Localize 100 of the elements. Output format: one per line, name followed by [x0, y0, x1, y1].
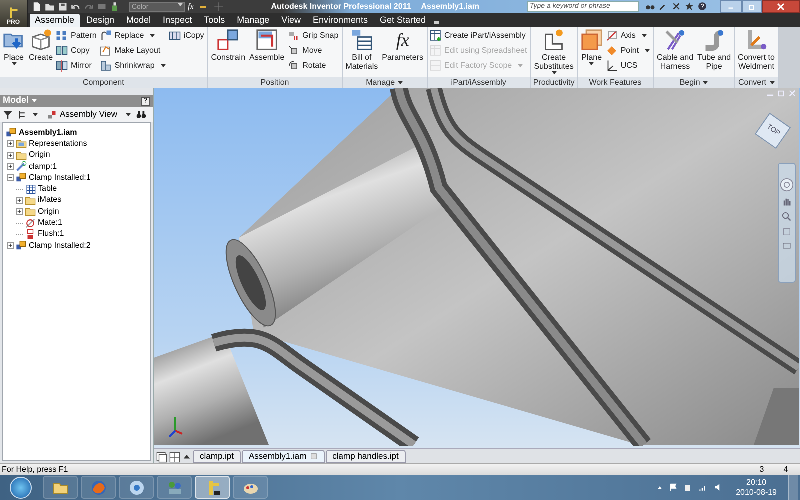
weldment-icon — [746, 29, 768, 51]
shrinkwrap-icon — [100, 60, 112, 72]
tree-item[interactable]: Clamp Installed:1 — [29, 172, 91, 184]
close-button[interactable] — [762, 0, 800, 13]
minimize-button[interactable] — [720, 0, 742, 13]
expand-toggle[interactable] — [7, 152, 14, 159]
caret-icon — [398, 80, 404, 84]
flag-icon — [669, 483, 678, 492]
caret-icon — [703, 80, 708, 84]
filter-icon — [3, 110, 13, 120]
document-tab[interactable]: Assembly1.iam — [242, 450, 325, 463]
mate-icon — [25, 218, 36, 229]
ribbon-button[interactable]: Move — [288, 44, 340, 58]
mirror-icon — [56, 60, 68, 72]
tree-item[interactable]: Table — [38, 183, 58, 196]
update-icon — [110, 2, 120, 12]
ribbon-button[interactable]: Replace — [100, 29, 167, 43]
restore-icon — [748, 2, 756, 10]
tree-item[interactable]: Origin — [29, 149, 50, 162]
ribbon-button[interactable]: Create Substitutes — [533, 27, 575, 77]
collapse-toggle[interactable] — [7, 174, 14, 182]
ribbon-button[interactable]: Grip Snap — [288, 29, 340, 43]
ribbon-button[interactable]: fx Parameters — [381, 27, 424, 77]
expand-toggle[interactable] — [16, 208, 23, 216]
ribbon-tab[interactable]: Model — [122, 14, 156, 27]
grid-windows-icon — [169, 452, 181, 463]
status-field: 4 — [774, 464, 798, 476]
ribbon-tab[interactable]: Assemble — [30, 14, 80, 27]
expand-toggle[interactable] — [7, 163, 14, 170]
ribbon-tab[interactable]: Tools — [199, 14, 230, 27]
axis-triad-icon — [168, 416, 184, 438]
grip-snap-icon — [288, 30, 300, 42]
expand-toggle[interactable] — [7, 242, 14, 250]
panel-title[interactable]: Begin — [654, 77, 734, 88]
cable-icon — [664, 29, 686, 51]
caret-icon — [178, 2, 183, 6]
tree-item[interactable]: Origin — [38, 206, 60, 218]
panel-title[interactable]: Convert — [735, 77, 778, 88]
music-disc-icon — [128, 480, 144, 496]
ribbon-button[interactable]: Tube and Pipe — [696, 27, 732, 77]
plus-icon — [8, 141, 13, 146]
ribbon-button[interactable]: UCS — [606, 59, 652, 73]
ribbon-button[interactable]: Mirror — [56, 59, 98, 73]
document-tab[interactable]: clamp handles.ipt — [326, 450, 406, 463]
panel-title[interactable]: Manage — [342, 77, 426, 88]
table-icon — [25, 184, 36, 195]
panel-title: iPart/iAssembly — [428, 77, 530, 88]
ribbon-button[interactable]: iCopy — [168, 29, 206, 43]
ribbon-button[interactable]: Axis — [606, 29, 652, 43]
ribbon-button[interactable]: Point — [606, 44, 652, 58]
caret-icon — [150, 34, 156, 38]
ribbon-button[interactable]: Rotate — [288, 59, 340, 73]
ribbon-tab[interactable]: Manage — [232, 14, 275, 27]
tree-item[interactable]: Representations — [29, 138, 88, 150]
ribbon-button[interactable]: Copy — [56, 44, 98, 58]
caret-icon — [33, 112, 38, 116]
tree-item[interactable]: Flush:1 — [38, 228, 64, 240]
plus-icon — [8, 164, 13, 170]
ribbon-button[interactable]: Convert to Weldment — [737, 27, 776, 77]
ribbon-button[interactable]: Pattern — [56, 29, 98, 43]
ribbon-tab[interactable]: Inspect — [158, 14, 198, 27]
ribbon-button[interactable]: Make Layout — [100, 44, 167, 58]
ribbon-tab[interactable]: Get Started — [375, 14, 432, 27]
tree-item[interactable]: Mate:1 — [38, 217, 62, 230]
restore-icon — [778, 90, 785, 97]
window-title: Autodesk Inventor Professional 2011 — [271, 0, 412, 12]
help-icon — [698, 2, 707, 11]
ribbon-button[interactable]: Plane — [580, 27, 604, 77]
ribbon-button[interactable]: Bill of Materials — [344, 27, 380, 77]
ribbon-button[interactable]: Shrinkwrap — [100, 59, 167, 73]
caret-icon — [160, 64, 166, 68]
panel-title: Productivity — [531, 77, 577, 88]
formula-glyph[interactable]: fx — [188, 2, 194, 12]
expand-toggle[interactable] — [16, 196, 23, 204]
spreadsheet-icon — [430, 45, 442, 57]
tree-item[interactable]: Assembly1.iam — [19, 126, 78, 139]
ribbon-button[interactable]: Constrain — [210, 27, 247, 77]
start-button[interactable] — [10, 476, 32, 498]
ribbon-button[interactable]: Create iPart/iAssembly — [430, 29, 528, 43]
taskbar-button[interactable] — [195, 476, 230, 499]
ribbon-button[interactable]: Assemble — [248, 27, 286, 77]
ribbon-button[interactable]: Place — [2, 27, 26, 77]
ribbon-tab[interactable]: View — [276, 14, 306, 27]
clock[interactable]: 20:10 2010-08-19 — [736, 478, 777, 498]
grid-icon — [56, 30, 68, 42]
close-icon — [789, 90, 796, 97]
caret-icon — [770, 80, 774, 84]
ribbon-button[interactable]: Cable and Harness — [656, 27, 695, 77]
plus-icon — [17, 209, 22, 214]
restore-button[interactable] — [742, 0, 762, 13]
document-tab[interactable]: clamp.ipt — [193, 450, 242, 463]
tree-item[interactable]: iMates — [38, 194, 62, 206]
tree-item[interactable]: Clamp Installed:2 — [29, 240, 91, 252]
ribbon-button[interactable]: Create — [28, 27, 54, 77]
ribbon-tab[interactable]: Environments — [308, 14, 374, 27]
tree-item[interactable]: clamp:1 — [29, 160, 58, 173]
part-icon — [16, 161, 27, 172]
caret-icon — [12, 62, 16, 66]
expand-toggle[interactable] — [7, 140, 14, 148]
ribbon-tab[interactable]: Design — [82, 14, 120, 27]
